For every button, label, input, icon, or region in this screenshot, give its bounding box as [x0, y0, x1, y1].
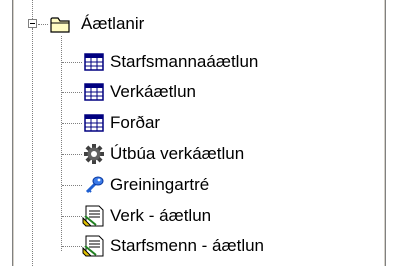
tree-node-label: Verkáætlun	[110, 82, 196, 101]
report-document-icon	[82, 205, 104, 227]
tree-node-fordar[interactable]: Forðar	[84, 112, 160, 134]
tree-node-label: Starfsmannaáætlun	[110, 52, 259, 71]
tree-node-starfsmannaaaetlun[interactable]: Starfsmannaáætlun	[84, 51, 258, 73]
tree-connector	[62, 185, 82, 186]
report-document-icon	[82, 235, 104, 257]
tree-connector	[62, 216, 82, 217]
tree-view: Áætlanir Starfsmannaáætlun Verkáætlun Fo…	[0, 0, 394, 266]
tree-connector	[62, 123, 82, 124]
key-icon	[85, 176, 104, 194]
gear-icon	[84, 144, 104, 164]
tree-connector	[32, 28, 33, 266]
tree-node-verk-aaetlun[interactable]: Verk - áætlun	[82, 205, 212, 227]
tree-node-label: Útbúa verkáætlun	[110, 144, 245, 163]
tree-connector	[62, 92, 82, 93]
grid-table-icon	[84, 114, 104, 132]
tree-connector	[32, 0, 33, 19]
tree-node-greiningartre[interactable]: Greiningartré	[84, 174, 209, 196]
grid-table-icon	[84, 83, 104, 101]
tree-node-label: Áætlanir	[81, 14, 145, 33]
tree-node-label: Forðar	[110, 113, 161, 132]
panel-border	[385, 0, 386, 266]
tree-connector	[61, 36, 62, 251]
folder-open-icon	[50, 17, 70, 33]
tree-connector	[62, 246, 82, 247]
tree-node-label: Verk - áætlun	[110, 206, 212, 225]
tree-connector	[62, 62, 82, 63]
collapse-toggle[interactable]	[28, 19, 37, 28]
tree-node-utbua-verkaaetlun[interactable]: Útbúa verkáætlun	[84, 143, 244, 165]
tree-node-verkaaetlun[interactable]: Verkáætlun	[84, 81, 196, 103]
grid-table-icon	[84, 53, 104, 71]
tree-node-label: Greiningartré	[110, 175, 210, 194]
tree-node-starfsmenn-aaetlun[interactable]: Starfsmenn - áætlun	[82, 235, 265, 257]
panel-border	[13, 0, 14, 266]
tree-node-label: Starfsmenn - áætlun	[110, 236, 265, 255]
tree-node-aaetlanir[interactable]: Áætlanir	[50, 13, 144, 35]
tree-connector	[62, 154, 82, 155]
tree-connector	[38, 24, 48, 25]
